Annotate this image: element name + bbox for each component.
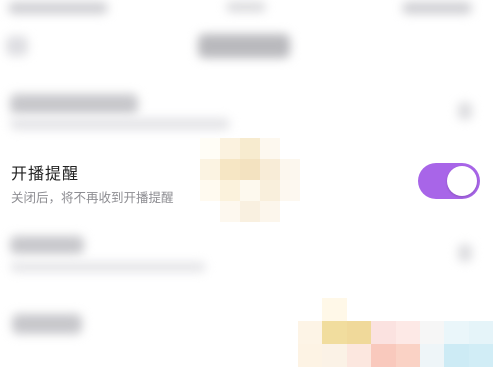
navigation-bar <box>0 22 493 74</box>
blurred-row-description <box>10 262 206 272</box>
live-reminder-description: 关闭后，将不再收到开播提醒 <box>11 190 174 205</box>
live-reminder-toggle[interactable] <box>418 163 480 199</box>
blurred-chevron-icon <box>458 244 472 262</box>
blurred-row-label <box>12 314 82 334</box>
blurred-status-left <box>8 2 108 14</box>
settings-screen: 开播提醒 关闭后，将不再收到开播提醒 <box>0 0 493 367</box>
blurred-back-button[interactable] <box>6 36 28 56</box>
pixelated-overlay <box>200 138 300 222</box>
live-reminder-title: 开播提醒 <box>11 164 80 183</box>
status-bar <box>0 0 493 22</box>
toggle-knob <box>447 166 477 196</box>
settings-row-blurred-3[interactable] <box>0 226 493 284</box>
blurred-page-title <box>198 34 290 58</box>
blurred-status-center <box>226 2 266 12</box>
blurred-row-label <box>10 94 138 114</box>
blurred-status-right <box>402 2 472 14</box>
blurred-chevron-icon <box>458 102 472 120</box>
pixelated-overlay <box>298 298 493 367</box>
blurred-row-label <box>10 236 84 254</box>
settings-row-blurred-1[interactable] <box>0 80 493 136</box>
blurred-row-description <box>10 118 230 130</box>
